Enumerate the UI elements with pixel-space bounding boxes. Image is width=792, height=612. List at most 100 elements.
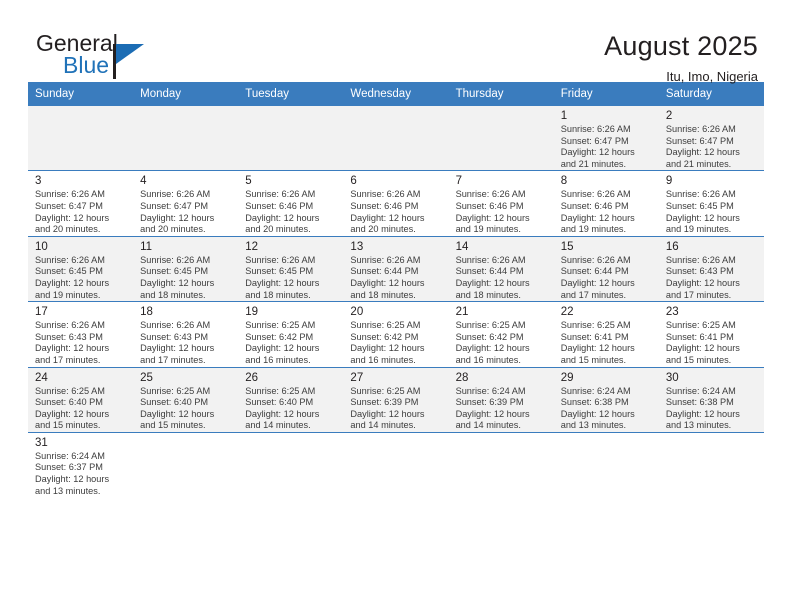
daylight-text-line1: Daylight: 12 hours	[35, 277, 110, 288]
calendar-day-cell[interactable]: 31 Sunrise: 6:24 AM Sunset: 6:37 PM Dayligh…	[28, 431, 134, 498]
daylight-text-line2: and 17 minutes.	[35, 354, 101, 365]
calendar-cell-inner: 20 Sunrise: 6:25 AM Sunset: 6:42 PM Dayligh…	[343, 302, 448, 366]
day-number: 12	[245, 240, 259, 253]
calendar-day-cell[interactable]: 15 Sunrise: 6:26 AM Sunset: 6:44 PM Dayligh…	[553, 235, 659, 302]
daylight-text-line1: Daylight: 12 hours	[350, 277, 425, 288]
calendar-day-cell[interactable]: 8 Sunrise: 6:26 AM Sunset: 6:46 PM Daylight…	[553, 170, 659, 237]
sunset-text: Sunset: 6:40 PM	[35, 397, 103, 408]
day-number: 23	[665, 306, 679, 319]
sunrise-text: Sunrise: 6:25 AM	[35, 385, 105, 396]
calendar-day-cell[interactable]: 11 Sunrise: 6:26 AM Sunset: 6:45 PM Dayligh…	[133, 235, 239, 302]
sunrise-text: Sunrise: 6:24 AM	[560, 385, 631, 396]
daylight-text-line2: and 19 minutes.	[35, 289, 101, 300]
calendar-day-cell[interactable]: 14 Sunrise: 6:26 AM Sunset: 6:44 PM Dayligh…	[448, 235, 554, 302]
calendar-day-cell[interactable]: 29 Sunrise: 6:24 AM Sunset: 6:38 PM Dayligh…	[553, 366, 659, 433]
calendar-cell-inner: 30 Sunrise: 6:24 AM Sunset: 6:38 PM Dayligh…	[659, 368, 764, 432]
daylight-text-line1: Daylight: 12 hours	[560, 343, 635, 354]
daylight-text-line1: Daylight: 12 hours	[245, 212, 320, 223]
calendar-day-cell[interactable]: 28 Sunrise: 6:24 AM Sunset: 6:39 PM Dayligh…	[448, 366, 554, 433]
daylight-text-line2: and 16 minutes.	[245, 354, 311, 365]
calendar-day-cell[interactable]: 16 Sunrise: 6:26 AM Sunset: 6:43 PM Dayligh…	[658, 235, 764, 302]
calendar-cell-inner	[449, 106, 554, 167]
sunrise-text: Sunrise: 6:25 AM	[455, 320, 526, 331]
day-sun-info: Sunrise: 6:26 AM Sunset: 6:45 PM Daylight:…	[140, 255, 232, 301]
sunrise-text: Sunrise: 6:25 AM	[245, 385, 316, 396]
daylight-text-line1: Daylight: 12 hours	[245, 408, 320, 419]
calendar-day-cell[interactable]: 5 Sunrise: 6:26 AM Sunset: 6:46 PM Daylight…	[238, 170, 344, 237]
sunset-text: Sunset: 6:43 PM	[665, 266, 734, 277]
calendar-day-cell[interactable]: 26 Sunrise: 6:25 AM Sunset: 6:40 PM Dayligh…	[238, 366, 344, 433]
day-number: 5	[245, 175, 252, 188]
calendar-day-cell[interactable]: 20 Sunrise: 6:25 AM Sunset: 6:42 PM Dayligh…	[343, 301, 449, 367]
sunset-text: Sunset: 6:42 PM	[455, 331, 524, 342]
sunset-text: Sunset: 6:39 PM	[455, 397, 524, 408]
sunset-text: Sunset: 6:46 PM	[560, 200, 629, 211]
calendar-day-cell[interactable]: 3 Sunrise: 6:26 AM Sunset: 6:47 PM Daylight…	[28, 170, 134, 237]
day-number: 29	[560, 371, 574, 384]
calendar-day-cell[interactable]: 17 Sunrise: 6:26 AM Sunset: 6:43 PM Dayligh…	[28, 301, 134, 367]
calendar-day-cell[interactable]: 12 Sunrise: 6:26 AM Sunset: 6:45 PM Dayligh…	[238, 235, 344, 302]
day-number: 24	[35, 371, 48, 384]
calendar-cell-inner: 25 Sunrise: 6:25 AM Sunset: 6:40 PM Dayligh…	[133, 368, 238, 432]
sunset-text: Sunset: 6:45 PM	[35, 266, 103, 277]
calendar-day-cell[interactable]: 1 Sunrise: 6:26 AM Sunset: 6:47 PM Daylight…	[553, 104, 659, 171]
calendar-cell-inner: 21 Sunrise: 6:25 AM Sunset: 6:42 PM Dayligh…	[449, 302, 554, 366]
daylight-text-line2: and 13 minutes.	[560, 420, 627, 431]
calendar-day-cell[interactable]: 19 Sunrise: 6:25 AM Sunset: 6:42 PM Dayligh…	[238, 301, 344, 367]
daylight-text-line1: Daylight: 12 hours	[560, 277, 635, 288]
calendar-day-cell[interactable]: 25 Sunrise: 6:25 AM Sunset: 6:40 PM Dayligh…	[133, 366, 239, 433]
calendar-day-cell[interactable]: 2 Sunrise: 6:26 AM Sunset: 6:47 PM Daylight…	[658, 104, 764, 171]
day-number: 21	[455, 306, 469, 319]
calendar-cell-inner: 22 Sunrise: 6:25 AM Sunset: 6:41 PM Dayligh…	[554, 302, 659, 366]
calendar-cell-inner: 7 Sunrise: 6:26 AM Sunset: 6:46 PM Daylight…	[449, 171, 554, 235]
calendar-day-cell[interactable]: 7 Sunrise: 6:26 AM Sunset: 6:46 PM Daylight…	[448, 170, 554, 237]
calendar-cell-empty	[238, 431, 344, 498]
calendar-day-cell[interactable]: 30 Sunrise: 6:24 AM Sunset: 6:38 PM Dayligh…	[658, 366, 764, 433]
sunset-text: Sunset: 6:47 PM	[560, 135, 629, 146]
calendar-cell-inner: 5 Sunrise: 6:26 AM Sunset: 6:46 PM Daylight…	[238, 171, 343, 235]
sunrise-text: Sunrise: 6:26 AM	[35, 320, 105, 331]
brand-logo[interactable]: General Blue	[28, 30, 208, 86]
daylight-text-line1: Daylight: 12 hours	[665, 408, 740, 419]
calendar-week-row: 1 Sunrise: 6:26 AM Sunset: 6:47 PM Daylight…	[28, 104, 764, 171]
calendar-cell-empty	[448, 431, 554, 498]
calendar-cell-inner	[28, 106, 133, 167]
day-number: 13	[350, 240, 364, 253]
sunset-text: Sunset: 6:43 PM	[140, 331, 209, 342]
calendar-cell-empty	[133, 104, 239, 171]
calendar-cell-inner	[343, 106, 448, 167]
day-number: 17	[35, 306, 48, 319]
calendar-cell-empty	[448, 104, 554, 171]
day-sun-info: Sunrise: 6:25 AM Sunset: 6:40 PM Daylight:…	[245, 386, 337, 432]
daylight-text-line2: and 20 minutes.	[245, 224, 311, 235]
calendar-cell-inner: 3 Sunrise: 6:26 AM Sunset: 6:47 PM Daylight…	[28, 171, 133, 235]
sunset-text: Sunset: 6:46 PM	[350, 200, 419, 211]
calendar-cell-inner: 8 Sunrise: 6:26 AM Sunset: 6:46 PM Daylight…	[554, 171, 659, 235]
calendar-day-cell[interactable]: 22 Sunrise: 6:25 AM Sunset: 6:41 PM Dayligh…	[553, 301, 659, 367]
day-sun-info: Sunrise: 6:25 AM Sunset: 6:39 PM Daylight:…	[350, 386, 442, 432]
calendar-day-cell[interactable]: 10 Sunrise: 6:26 AM Sunset: 6:45 PM Dayligh…	[28, 235, 134, 302]
day-number: 25	[140, 371, 153, 384]
calendar-day-cell[interactable]: 24 Sunrise: 6:25 AM Sunset: 6:40 PM Dayligh…	[28, 366, 134, 433]
calendar-cell-inner: 27 Sunrise: 6:25 AM Sunset: 6:39 PM Dayligh…	[343, 368, 448, 432]
calendar-day-cell[interactable]: 21 Sunrise: 6:25 AM Sunset: 6:42 PM Dayligh…	[448, 301, 554, 367]
daylight-text-line2: and 19 minutes.	[455, 224, 521, 235]
daylight-text-line2: and 17 minutes.	[665, 289, 732, 300]
calendar-day-cell[interactable]: 6 Sunrise: 6:26 AM Sunset: 6:46 PM Daylight…	[343, 170, 449, 237]
sunrise-text: Sunrise: 6:26 AM	[560, 189, 631, 200]
calendar-day-cell[interactable]: 27 Sunrise: 6:25 AM Sunset: 6:39 PM Dayligh…	[343, 366, 449, 433]
day-number: 4	[140, 175, 147, 188]
calendar-day-cell[interactable]: 13 Sunrise: 6:26 AM Sunset: 6:44 PM Dayligh…	[343, 235, 449, 302]
page-subtitle: Itu, Imo, Nigeria	[666, 69, 758, 84]
sunrise-text: Sunrise: 6:26 AM	[35, 189, 105, 200]
calendar-cell-empty	[658, 431, 764, 498]
sunset-text: Sunset: 6:44 PM	[455, 266, 524, 277]
day-sun-info: Sunrise: 6:26 AM Sunset: 6:43 PM Daylight:…	[666, 255, 758, 301]
daylight-text-line1: Daylight: 12 hours	[665, 212, 740, 223]
calendar-day-cell[interactable]: 18 Sunrise: 6:26 AM Sunset: 6:43 PM Dayligh…	[133, 301, 239, 367]
calendar-day-cell[interactable]: 9 Sunrise: 6:26 AM Sunset: 6:45 PM Daylight…	[658, 170, 764, 237]
day-number: 1	[560, 110, 568, 122]
calendar-day-cell[interactable]: 23 Sunrise: 6:25 AM Sunset: 6:41 PM Dayligh…	[658, 301, 764, 367]
calendar-day-cell[interactable]: 4 Sunrise: 6:26 AM Sunset: 6:47 PM Daylight…	[133, 170, 239, 237]
daylight-text-line2: and 14 minutes.	[245, 420, 311, 431]
